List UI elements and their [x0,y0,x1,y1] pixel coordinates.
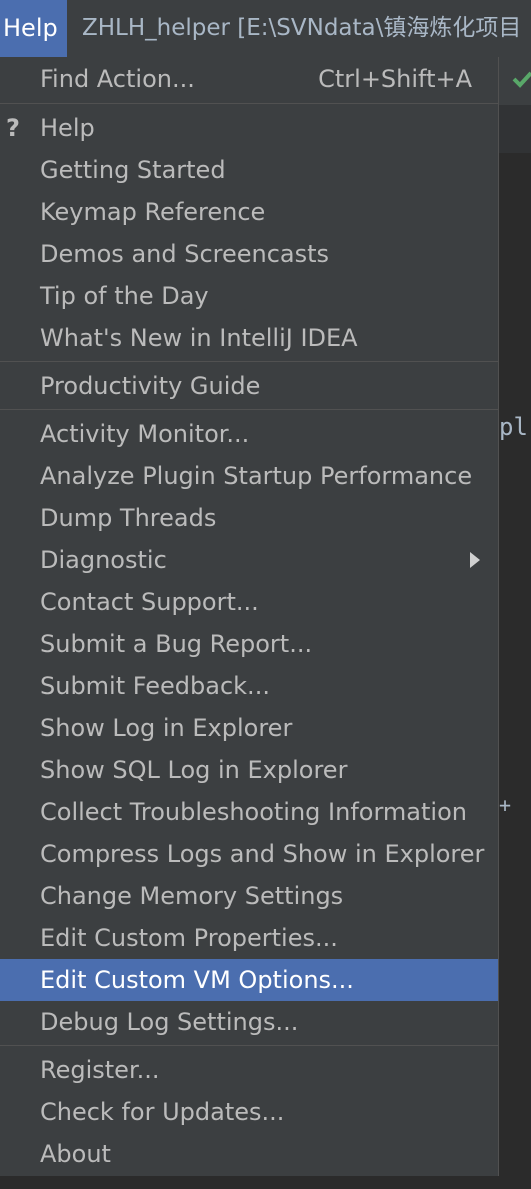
bottom-edge [0,1176,531,1189]
menu-item-label: Register... [40,1056,160,1084]
menu-item-help[interactable]: ? Help [0,107,498,149]
menu-item-label: Diagnostic [40,546,167,574]
menu-item-label: Keymap Reference [40,198,266,226]
run-check-icon[interactable] [512,69,531,89]
menu-item-label: Debug Log Settings... [40,1008,299,1036]
window-title: ZHLH_helper [E:\SVNdata\镇海炼化项目 [82,15,522,41]
menu-item-submit-feedback[interactable]: Submit Feedback... [0,665,498,707]
menu-item-label: Find Action... [40,65,195,93]
menu-item-diagnostic[interactable]: Diagnostic [0,539,498,581]
menu-item-label: Help [40,114,95,142]
code-fragment: pl [499,413,528,441]
menu-item-compress-logs[interactable]: Compress Logs and Show in Explorer [0,833,498,875]
menu-item-submit-bug-report[interactable]: Submit a Bug Report... [0,623,498,665]
menu-separator [0,1045,498,1046]
menu-item-analyze-plugin-startup[interactable]: Analyze Plugin Startup Performance [0,455,498,497]
menu-item-register[interactable]: Register... [0,1049,498,1091]
menu-item-show-log[interactable]: Show Log in Explorer [0,707,498,749]
menu-item-contact-support[interactable]: Contact Support... [0,581,498,623]
submenu-arrow-icon [470,552,480,568]
menu-item-label: Dump Threads [40,504,217,532]
menu-item-label: Demos and Screencasts [40,240,330,268]
menu-item-label: Show SQL Log in Explorer [40,756,348,784]
menu-separator [0,361,498,362]
shortcut-label: Ctrl+Shift+A [318,65,472,93]
menu-item-dump-threads[interactable]: Dump Threads [0,497,498,539]
menu-item-tip-of-the-day[interactable]: Tip of the Day [0,275,498,317]
menu-item-show-sql-log[interactable]: Show SQL Log in Explorer [0,749,498,791]
code-plus-fragment: + [499,793,512,817]
menu-item-getting-started[interactable]: Getting Started [0,149,498,191]
menu-separator [0,103,498,104]
menu-item-find-action[interactable]: Find Action... Ctrl+Shift+A [0,58,498,100]
editor-background: pl + [499,57,531,1189]
menu-item-label: Show Log in Explorer [40,714,293,742]
editor-tab-strip [499,105,531,154]
menu-item-check-updates[interactable]: Check for Updates... [0,1091,498,1133]
menu-item-debug-log-settings[interactable]: Debug Log Settings... [0,1001,498,1043]
menu-item-label: About [40,1140,111,1168]
help-dropdown-menu: Find Action... Ctrl+Shift+A ? Help Getti… [0,57,499,1176]
menu-item-label: Change Memory Settings [40,882,344,910]
menu-item-productivity-guide[interactable]: Productivity Guide [0,365,498,407]
menubar-help[interactable]: Help [0,0,67,57]
menu-item-label: Collect Troubleshooting Information [40,798,467,826]
menu-item-activity-monitor[interactable]: Activity Monitor... [0,413,498,455]
menu-item-label: Getting Started [40,156,226,184]
menu-item-label: What's New in IntelliJ IDEA [40,324,358,352]
menu-item-label: Check for Updates... [40,1098,285,1126]
menu-item-edit-custom-properties[interactable]: Edit Custom Properties... [0,917,498,959]
menu-item-label: Activity Monitor... [40,420,250,448]
menu-item-label: Analyze Plugin Startup Performance [40,462,473,490]
menu-item-change-memory[interactable]: Change Memory Settings [0,875,498,917]
menu-item-label: Edit Custom VM Options... [40,966,354,994]
menu-item-collect-troubleshooting[interactable]: Collect Troubleshooting Information [0,791,498,833]
menu-item-about[interactable]: About [0,1133,498,1175]
menu-item-label: Contact Support... [40,588,259,616]
menu-item-label: Edit Custom Properties... [40,924,338,952]
menu-item-edit-custom-vm-options[interactable]: Edit Custom VM Options... [0,959,498,1001]
question-mark-icon: ? [6,114,20,142]
menu-item-label: Submit Feedback... [40,672,270,700]
menu-separator [0,409,498,410]
menu-item-whats-new[interactable]: What's New in IntelliJ IDEA [0,317,498,359]
title-bar: Help ZHLH_helper [E:\SVNdata\镇海炼化项目 [0,0,531,57]
menu-item-label: Submit a Bug Report... [40,630,313,658]
menu-item-demos-screencasts[interactable]: Demos and Screencasts [0,233,498,275]
menu-item-label: Tip of the Day [40,282,209,310]
editor-toolbar [499,57,531,105]
menu-item-label: Productivity Guide [40,372,261,400]
menu-item-label: Compress Logs and Show in Explorer [40,840,485,868]
menu-item-keymap-reference[interactable]: Keymap Reference [0,191,498,233]
